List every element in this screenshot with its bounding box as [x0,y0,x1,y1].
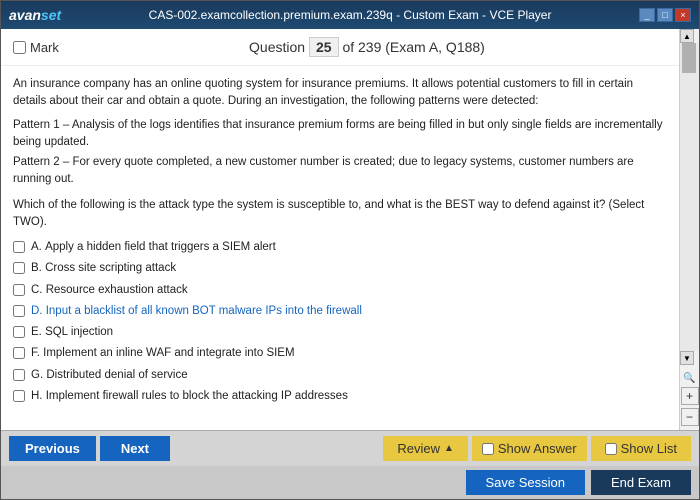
answer-item-b: B. Cross site scripting attack [13,260,667,277]
show-list-button[interactable]: Show List [591,436,691,461]
mark-label[interactable]: Mark [13,40,59,55]
pattern1: Pattern 1 – Analysis of the logs identif… [13,117,667,152]
answer-label-h: H. Implement firewall rules to block the… [31,388,348,405]
scroll-down-button[interactable]: ▼ [680,351,694,365]
app-window: avanset CAS-002.examcollection.premium.e… [0,0,700,500]
answer-checkbox-b[interactable] [13,262,25,274]
bottom-row-nav: Previous Next Review ▲ Show Answer Show … [1,431,699,466]
bottom-bar: Previous Next Review ▲ Show Answer Show … [1,430,699,499]
answer-checkbox-d[interactable] [13,305,25,317]
question-number: 25 [309,37,339,57]
review-arrow-icon: ▲ [444,443,454,454]
bottom-row-actions: Save Session End Exam [1,466,699,499]
save-session-button[interactable]: Save Session [466,470,586,495]
maximize-button[interactable]: □ [657,8,673,22]
answer-checkbox-g[interactable] [13,369,25,381]
close-button[interactable]: × [675,8,691,22]
zoom-controls: 🔍 + − [680,369,699,430]
app-logo: avanset [9,7,61,23]
answer-label-g: G. Distributed denial of service [31,367,188,384]
answer-item-h: H. Implement firewall rules to block the… [13,388,667,405]
right-panel: ▲ ▼ 🔍 + − [679,29,699,430]
answers-list: A. Apply a hidden field that triggers a … [13,239,667,405]
answer-item-d: D. Input a blacklist of all known BOT ma… [13,303,667,320]
answer-item-c: C. Resource exhaustion attack [13,282,667,299]
answer-checkbox-c[interactable] [13,284,25,296]
content-area: Mark Question 25 of 239 (Exam A, Q188) A… [1,29,699,430]
scroll-thumb [682,43,696,73]
minimize-button[interactable]: _ [639,8,655,22]
answer-checkbox-e[interactable] [13,326,25,338]
question-body: An insurance company has an online quoti… [1,66,679,430]
show-answer-checkbox [482,443,494,455]
answer-label-f: F. Implement an inline WAF and integrate… [31,345,295,362]
answer-checkbox-f[interactable] [13,347,25,359]
question-intro: An insurance company has an online quoti… [13,76,667,111]
show-list-checkbox [605,443,617,455]
answer-item-f: F. Implement an inline WAF and integrate… [13,345,667,362]
answer-label-b: B. Cross site scripting attack [31,260,176,277]
answer-label-a: A. Apply a hidden field that triggers a … [31,239,276,256]
search-icon: 🔍 [683,373,695,384]
previous-button[interactable]: Previous [9,436,96,461]
show-answer-button[interactable]: Show Answer [472,436,587,461]
window-title: CAS-002.examcollection.premium.exam.239q… [61,8,639,22]
title-bar: avanset CAS-002.examcollection.premium.e… [1,1,699,29]
question-ask: Which of the following is the attack typ… [13,197,667,232]
next-button[interactable]: Next [100,436,170,461]
zoom-in-button[interactable]: + [681,387,699,405]
scroll-up-button[interactable]: ▲ [680,29,694,43]
mark-checkbox[interactable] [13,41,26,54]
title-bar-left: avanset [9,7,61,23]
pattern2: Pattern 2 – For every quote completed, a… [13,154,667,189]
answer-label-e: E. SQL injection [31,324,113,341]
scroll-track[interactable] [680,43,699,351]
question-header: Mark Question 25 of 239 (Exam A, Q188) [1,29,679,66]
answer-item-g: G. Distributed denial of service [13,367,667,384]
answer-label-d: D. Input a blacklist of all known BOT ma… [31,303,362,320]
answer-checkbox-a[interactable] [13,241,25,253]
zoom-out-button[interactable]: − [681,408,699,426]
window-controls: _ □ × [639,8,691,22]
question-info: Question 25 of 239 (Exam A, Q188) [67,37,667,57]
answer-checkbox-h[interactable] [13,390,25,402]
end-exam-button[interactable]: End Exam [591,470,691,495]
answer-label-c: C. Resource exhaustion attack [31,282,188,299]
answer-item-e: E. SQL injection [13,324,667,341]
main-content: Mark Question 25 of 239 (Exam A, Q188) A… [1,29,679,430]
answer-item-a: A. Apply a hidden field that triggers a … [13,239,667,256]
review-button[interactable]: Review ▲ [383,436,468,461]
